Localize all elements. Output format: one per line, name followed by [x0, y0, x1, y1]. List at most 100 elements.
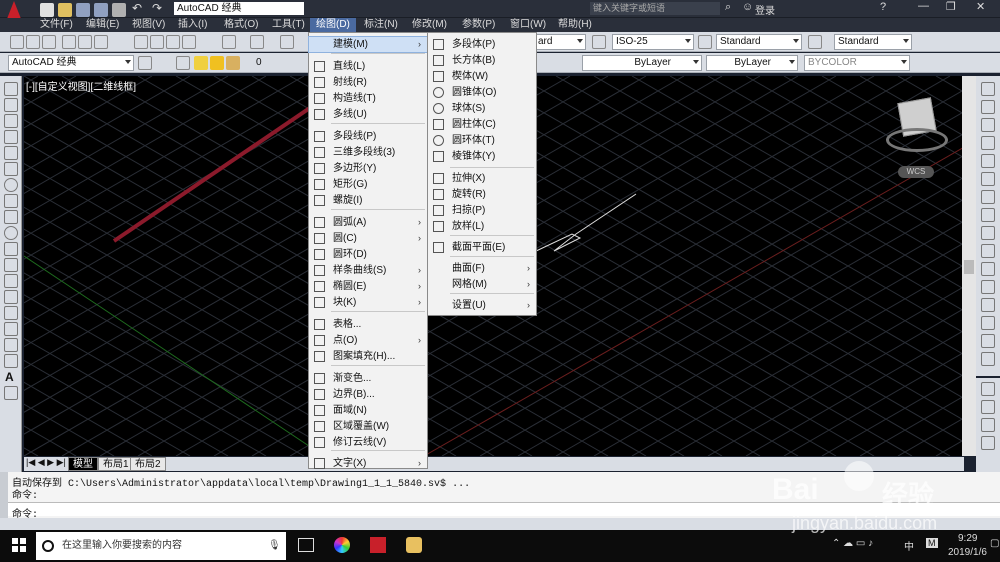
menu-help[interactable]: 帮助(H) — [552, 18, 598, 32]
mirror-tool-icon[interactable] — [981, 118, 995, 132]
draw-menu-item[interactable]: 多段线(P) — [309, 129, 427, 144]
modeling-menu-item[interactable]: 截面平面(E) — [428, 240, 536, 255]
dimstyle-icon[interactable] — [592, 35, 606, 49]
tab-model[interactable]: 模型 — [68, 457, 98, 471]
draw-menu-item[interactable]: 多线(U) — [309, 107, 427, 122]
menu-draw[interactable]: 绘图(D) — [310, 18, 356, 32]
modeling-menu-item[interactable]: 楔体(W) — [428, 69, 536, 84]
line-tool-icon[interactable] — [4, 82, 18, 96]
modeling-menu-item[interactable]: 圆环体(T) — [428, 133, 536, 148]
circle-tool-icon[interactable] — [4, 178, 18, 192]
insert-block-tool-icon[interactable] — [4, 258, 18, 272]
draw-menu-item[interactable]: 多边形(Y) — [309, 161, 427, 176]
workspace-dropdown[interactable]: AutoCAD 经典 — [174, 2, 304, 15]
draw-menu-item[interactable]: 样条曲线(S) › — [309, 263, 427, 278]
draw-menu-item[interactable]: 圆弧(A) › — [309, 215, 427, 230]
modeling-menu-item[interactable]: 拉伸(X) — [428, 171, 536, 186]
draw-menu-item[interactable]: 点(O) › — [309, 333, 427, 348]
microphone-icon[interactable]: 🎙 — [268, 532, 281, 560]
copy-tool-icon[interactable] — [981, 100, 995, 114]
fillet-tool-icon[interactable] — [981, 334, 995, 348]
minimize-icon[interactable]: — — [918, 0, 929, 12]
join-tool-icon[interactable] — [981, 298, 995, 312]
point-tool-icon[interactable] — [4, 290, 18, 304]
offset-tool-icon[interactable] — [981, 136, 995, 150]
tab-layout2[interactable]: 布局2 — [130, 457, 166, 471]
modeling-menu-item[interactable]: 扫掠(P) — [428, 203, 536, 218]
layer-properties-icon[interactable] — [176, 56, 190, 70]
menu-insert[interactable]: 插入(I) — [172, 18, 213, 32]
windows-start-icon[interactable] — [12, 538, 26, 552]
draw-menu-item[interactable]: 图案填充(H)... — [309, 349, 427, 364]
region-tool-icon[interactable] — [4, 338, 18, 352]
workspace-combo[interactable]: AutoCAD 经典 — [8, 55, 134, 71]
extend-tool-icon[interactable] — [981, 262, 995, 276]
undo-icon[interactable]: ↶ — [132, 1, 142, 15]
undo-toolbar-icon[interactable] — [222, 35, 236, 49]
chamfer-tool-icon[interactable] — [981, 316, 995, 330]
clock-date[interactable]: 2019/1/6 — [948, 547, 987, 558]
preview-icon[interactable] — [78, 35, 92, 49]
plot-icon[interactable] — [112, 3, 126, 17]
close-icon[interactable]: ✕ — [976, 0, 985, 13]
draw-menu-item[interactable]: 射线(R) — [309, 75, 427, 90]
modeling-menu-item[interactable]: 曲面(F) › — [428, 261, 536, 276]
open-file-icon[interactable] — [58, 3, 72, 17]
draw-menu-item[interactable]: 直线(L) — [309, 59, 427, 74]
construction-line-tool-icon[interactable] — [4, 98, 18, 112]
menu-view[interactable]: 视图(V) — [126, 18, 171, 32]
revcloud-tool-icon[interactable] — [4, 194, 18, 208]
save-as-icon[interactable] — [94, 3, 108, 17]
modeling-menu-item[interactable]: 长方体(B) — [428, 53, 536, 68]
menu-window[interactable]: 窗口(W) — [504, 18, 552, 32]
multileader-style-icon[interactable] — [808, 35, 822, 49]
draw-menu-item[interactable]: 文字(X) › — [309, 456, 427, 471]
redo-toolbar-icon[interactable] — [250, 35, 264, 49]
new-file-icon[interactable] — [40, 3, 54, 17]
table-style-icon[interactable] — [698, 35, 712, 49]
compass-ring[interactable] — [886, 128, 948, 152]
explode-tool-icon[interactable] — [981, 352, 995, 366]
modeling-menu-item[interactable]: 棱锥体(Y) — [428, 149, 536, 164]
draw-menu-item[interactable]: 修订云线(V) — [309, 435, 427, 450]
taskbar-search-box[interactable]: 在这里输入你要搜索的内容 🎙 — [36, 532, 286, 560]
text-tool-icon[interactable]: A — [5, 370, 14, 384]
save-icon[interactable] — [42, 35, 56, 49]
send-under-icon[interactable] — [981, 436, 995, 450]
stretch-tool-icon[interactable] — [981, 226, 995, 240]
polygon-tool-icon[interactable] — [4, 130, 18, 144]
dimension-style-dropdown[interactable]: ISO-25 — [612, 34, 694, 50]
modeling-menu-item[interactable]: 网格(M) › — [428, 277, 536, 292]
modeling-menu-item[interactable]: 圆柱体(C) — [428, 117, 536, 132]
draw-menu-item[interactable]: 椭圆(E) › — [309, 279, 427, 294]
trim-tool-icon[interactable] — [981, 244, 995, 258]
autocad-taskbar-icon[interactable] — [370, 537, 386, 553]
modeling-menu-item[interactable]: 多段体(P) — [428, 37, 536, 52]
scroll-thumb[interactable] — [964, 260, 974, 274]
polyline-tool-icon[interactable] — [4, 114, 18, 128]
draw-menu-item[interactable]: 块(K) › — [309, 295, 427, 310]
print-icon[interactable] — [62, 35, 76, 49]
menu-format[interactable]: 格式(O) — [218, 18, 264, 32]
open-icon[interactable] — [26, 35, 40, 49]
hatch-tool-icon[interactable] — [4, 306, 18, 320]
draw-menu-item[interactable]: 建模(M) › — [308, 36, 428, 53]
menu-tools[interactable]: 工具(T) — [266, 18, 311, 32]
cut-icon[interactable] — [134, 35, 148, 49]
draw-menu-item[interactable]: 圆(C) › — [309, 231, 427, 246]
draw-menu-item[interactable]: 螺旋(I) — [309, 193, 427, 208]
search-box[interactable]: 键入关键字或短语 — [590, 2, 720, 15]
wcs-button[interactable]: WCS — [898, 166, 934, 178]
tab-layout1[interactable]: 布局1 — [98, 457, 134, 471]
publish-icon[interactable] — [94, 35, 108, 49]
rectangle-tool-icon[interactable] — [4, 146, 18, 160]
tab-nav-first-icon[interactable]: |◀ ◀ ▶ ▶| — [26, 457, 66, 468]
viewport-label[interactable]: [-][自定义视图][二维线框] — [26, 78, 136, 93]
erase-tool-icon[interactable] — [981, 82, 995, 96]
modeling-menu-item[interactable]: 圆锥体(O) — [428, 85, 536, 100]
settings-gear-icon[interactable] — [138, 56, 152, 70]
add-selected-tool-icon[interactable] — [4, 386, 18, 400]
draw-menu-item[interactable]: 渐变色... — [309, 371, 427, 386]
draw-menu-item[interactable]: 区域覆盖(W) — [309, 419, 427, 434]
break-tool-icon[interactable] — [981, 280, 995, 294]
